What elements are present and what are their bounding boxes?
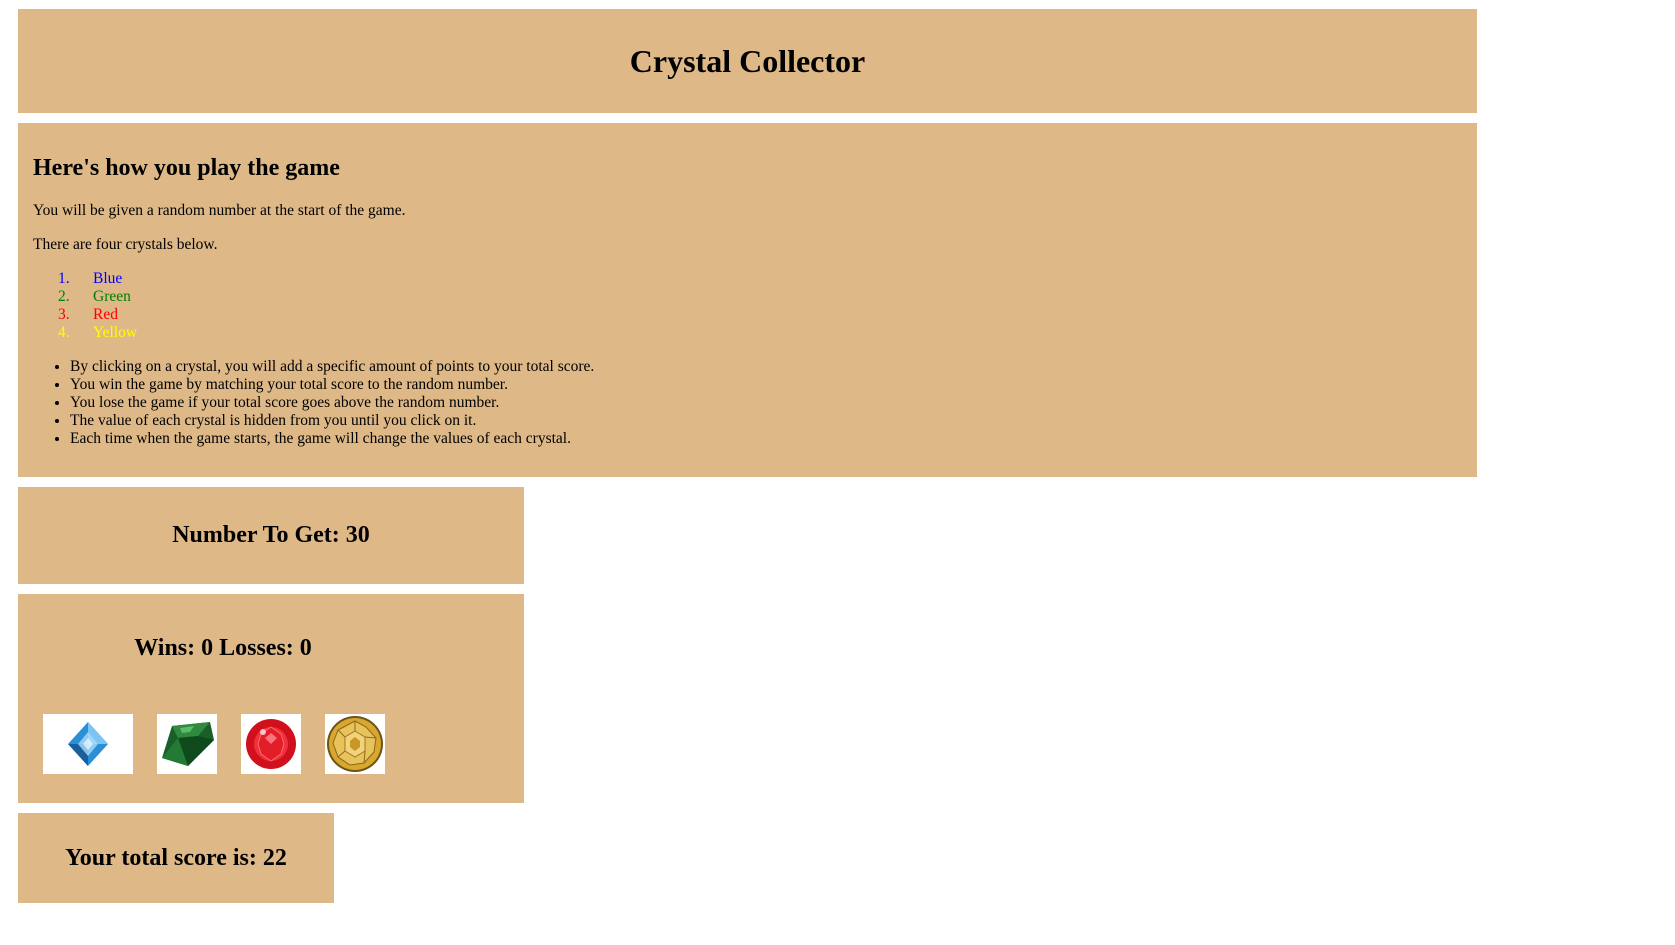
crystals-intro: There are four crystals below. bbox=[33, 236, 218, 253]
list-item-label: Red bbox=[93, 306, 118, 323]
rule-item: By clicking on a crystal, you will add a… bbox=[70, 358, 1462, 376]
crystal-list-item-red: 3. Red bbox=[58, 306, 1462, 324]
list-item-label: Blue bbox=[93, 270, 123, 287]
total-score-panel: Your total score is: 22 bbox=[18, 813, 334, 903]
target-number-panel: Number To Get: 30 bbox=[18, 487, 524, 584]
rule-item: You win the game by matching your total … bbox=[70, 376, 1462, 394]
wins-losses: Wins: 0 Losses: 0 bbox=[134, 635, 312, 661]
total-score: Your total score is: 22 bbox=[65, 844, 287, 871]
crystal-list-item-green: 2. Green bbox=[58, 288, 1462, 306]
green-crystal-icon bbox=[162, 722, 214, 766]
instructions-intro: You will be given a random number at the… bbox=[33, 202, 406, 219]
list-number: 4. bbox=[58, 324, 70, 341]
green-crystal-button[interactable] bbox=[157, 714, 217, 774]
header-panel: Crystal Collector bbox=[18, 9, 1477, 113]
crystal-game-panel: Wins: 0 Losses: 0 bbox=[18, 594, 524, 803]
yellow-crystal-button[interactable] bbox=[325, 714, 385, 774]
blue-crystal-icon bbox=[68, 722, 108, 766]
yellow-crystal-icon bbox=[327, 716, 383, 772]
instructions-panel: Here's how you play the game You will be… bbox=[18, 123, 1477, 477]
crystal-list-item-blue: 1. Blue bbox=[58, 270, 1462, 288]
rule-item: You lose the game if your total score go… bbox=[70, 394, 1462, 412]
list-number: 1. bbox=[58, 270, 70, 287]
page-title: Crystal Collector bbox=[629, 42, 866, 79]
target-number: Number To Get: 30 bbox=[172, 522, 370, 548]
crystal-color-list: 1. Blue 2. Green 3. Red 4. Yellow bbox=[33, 270, 1462, 342]
rule-item: Each time when the game starts, the game… bbox=[70, 430, 1462, 448]
crystal-list-item-yellow: 4. Yellow bbox=[58, 324, 1462, 342]
list-number: 3. bbox=[58, 306, 70, 323]
list-item-label: Green bbox=[93, 288, 131, 305]
list-item-label: Yellow bbox=[93, 324, 138, 341]
instructions-heading: Here's how you play the game bbox=[33, 155, 340, 181]
rule-item: The value of each crystal is hidden from… bbox=[70, 412, 1462, 430]
red-crystal-icon bbox=[246, 719, 296, 769]
blue-crystal-button[interactable] bbox=[43, 714, 133, 774]
list-number: 2. bbox=[58, 288, 70, 305]
red-crystal-button[interactable] bbox=[241, 714, 301, 774]
rules-list: By clicking on a crystal, you will add a… bbox=[33, 358, 1462, 448]
